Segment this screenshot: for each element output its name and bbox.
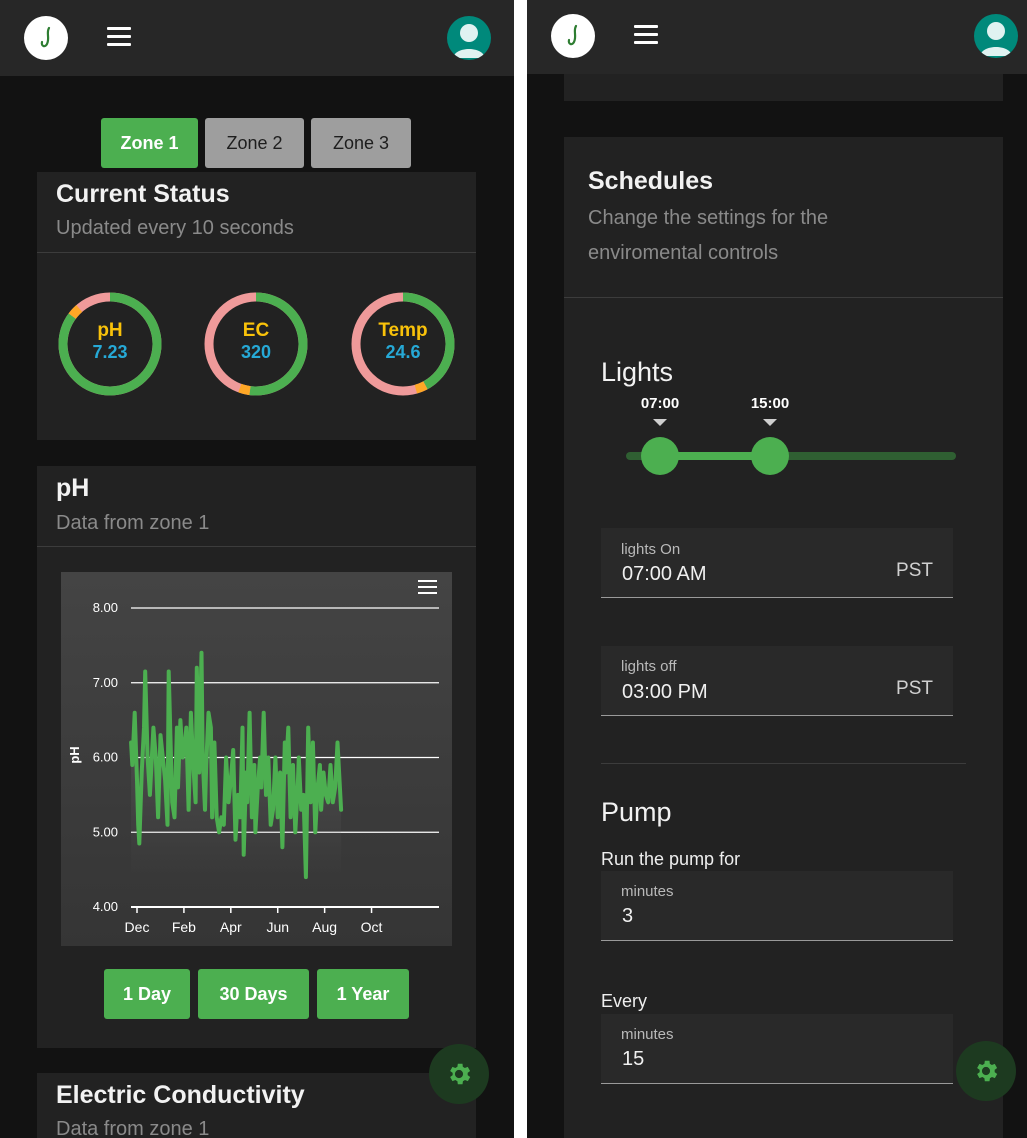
temp-gauge-label: Temp — [378, 320, 428, 341]
current-status-card: Current Status Updated every 10 seconds … — [37, 172, 476, 440]
chart-x-tick-label: Feb — [172, 919, 196, 935]
chart-x-tick-label: Oct — [361, 919, 383, 935]
ec-gauge-value: 320 — [240, 342, 272, 362]
slider-end-pointer — [763, 419, 777, 426]
ph-chart: 8.00 7.00 6.00 5.00 4.00 Dec Feb Apr Jun Aug Oct … — [61, 572, 452, 946]
lights-off-time-field[interactable]: lights off 03:00 PM PST — [601, 646, 953, 716]
lights-off-value[interactable]: 03:00 PM — [622, 681, 708, 704]
pump-every-minutes-label: minutes — [621, 1026, 674, 1043]
lights-section-title: Lights — [601, 357, 674, 387]
temp-gauge: Temp 24.6 — [349, 290, 457, 398]
schedules-title: Schedules — [588, 167, 714, 195]
ph-card-title: pH — [56, 474, 90, 502]
ph-gauge-label: pH — [97, 320, 123, 341]
slider-start-pointer — [653, 419, 667, 426]
ec-gauge-label: EC — [242, 320, 270, 341]
chart-menu-icon[interactable] — [418, 580, 438, 596]
ph-chart-svg: 8.007.006.005.004.00 Dec Feb Apr Jun Aug Oct … — [61, 572, 452, 946]
leaf-logo-icon[interactable] — [551, 14, 595, 58]
pump-every-minutes-value[interactable]: 15 — [622, 1048, 644, 1071]
chart-y-tick-label: 5.00 — [93, 824, 118, 839]
range-1-day-button[interactable]: 1 Day — [104, 969, 190, 1019]
settings-gear-icon[interactable] — [956, 1041, 1016, 1101]
lights-time-range-slider[interactable]: 07:00 15:00 — [626, 389, 956, 479]
chart-y-tick-label: 8.00 — [93, 600, 118, 615]
current-status-title: Current Status — [56, 180, 230, 208]
chart-x-tick-label: Jun — [266, 919, 289, 935]
card-divider — [564, 297, 1003, 298]
chart-y-tick-label: 7.00 — [93, 675, 118, 690]
lights-on-value[interactable]: 07:00 AM — [622, 563, 707, 586]
pump-run-minutes-label: minutes — [621, 883, 674, 900]
left-screen: Zone 1 Zone 2 Zone 3 Current Status Upda… — [0, 0, 514, 1138]
lights-off-timezone: PST — [896, 678, 933, 699]
schedules-card: Schedules Change the settings for the en… — [564, 137, 1003, 1138]
pump-section-title: Pump — [601, 797, 672, 827]
chart-y-axis-label: pH — [67, 746, 82, 763]
chart-x-tick-label: Aug — [312, 919, 337, 935]
chart-y-tick-label: 4.00 — [93, 899, 118, 914]
card-divider — [37, 546, 476, 547]
hamburger-menu-icon[interactable] — [634, 25, 660, 45]
temp-gauge-value: 24.6 — [385, 342, 421, 362]
lights-on-timezone: PST — [896, 560, 933, 581]
ec-card-subtitle: Data from zone 1 — [56, 1118, 210, 1138]
pump-run-minutes-value[interactable]: 3 — [622, 905, 633, 928]
hamburger-menu-icon[interactable] — [107, 27, 133, 47]
slider-start-label: 07:00 — [640, 395, 680, 412]
slider-start-handle[interactable] — [641, 437, 679, 475]
card-divider — [37, 252, 476, 253]
ph-gauge: pH 7.23 — [56, 290, 164, 398]
pump-every-minutes-field[interactable]: minutes 15 — [601, 1014, 953, 1084]
tab-zone-3[interactable]: Zone 3 — [311, 118, 411, 168]
chart-x-tick-label: Dec — [125, 919, 150, 935]
pump-run-minutes-field[interactable]: minutes 3 — [601, 871, 953, 941]
pump-every-label: Every — [601, 991, 648, 1011]
section-divider — [601, 763, 966, 764]
slider-end-handle[interactable] — [751, 437, 789, 475]
right-screen: Schedules Change the settings for the en… — [527, 0, 1027, 1138]
tab-zone-1[interactable]: Zone 1 — [101, 118, 198, 168]
schedules-subtitle-line-1: Change the settings for the — [588, 207, 829, 229]
ph-card-subtitle: Data from zone 1 — [56, 512, 210, 534]
ph-gauge-value: 7.23 — [92, 342, 128, 362]
chart-x-tick-label: Apr — [220, 919, 242, 935]
slider-end-label: 15:00 — [750, 395, 790, 412]
settings-gear-icon[interactable] — [429, 1044, 489, 1104]
schedules-subtitle-line-2: enviromental controls — [588, 242, 779, 264]
ec-gauge: EC 320 — [202, 290, 310, 398]
chart-y-tick-label: 6.00 — [93, 750, 118, 765]
leaf-logo-icon[interactable] — [24, 16, 68, 60]
ec-card-title: Electric Conductivity — [56, 1081, 305, 1109]
tab-zone-2[interactable]: Zone 2 — [205, 118, 304, 168]
current-status-subtitle: Updated every 10 seconds — [56, 217, 294, 239]
range-1-year-button[interactable]: 1 Year — [317, 969, 409, 1019]
user-avatar-icon[interactable] — [447, 16, 491, 60]
pump-run-label: Run the pump for — [601, 849, 741, 869]
lights-on-label: lights On — [621, 541, 681, 558]
top-app-bar — [0, 0, 514, 76]
user-avatar-icon[interactable] — [974, 14, 1018, 58]
ec-card: Electric Conductivity Data from zone 1 — [37, 1073, 476, 1138]
lights-on-time-field[interactable]: lights On 07:00 AM PST — [601, 528, 953, 598]
lights-off-label: lights off — [621, 658, 677, 675]
range-30-days-button[interactable]: 30 Days — [198, 969, 309, 1019]
top-app-bar — [527, 0, 1027, 74]
